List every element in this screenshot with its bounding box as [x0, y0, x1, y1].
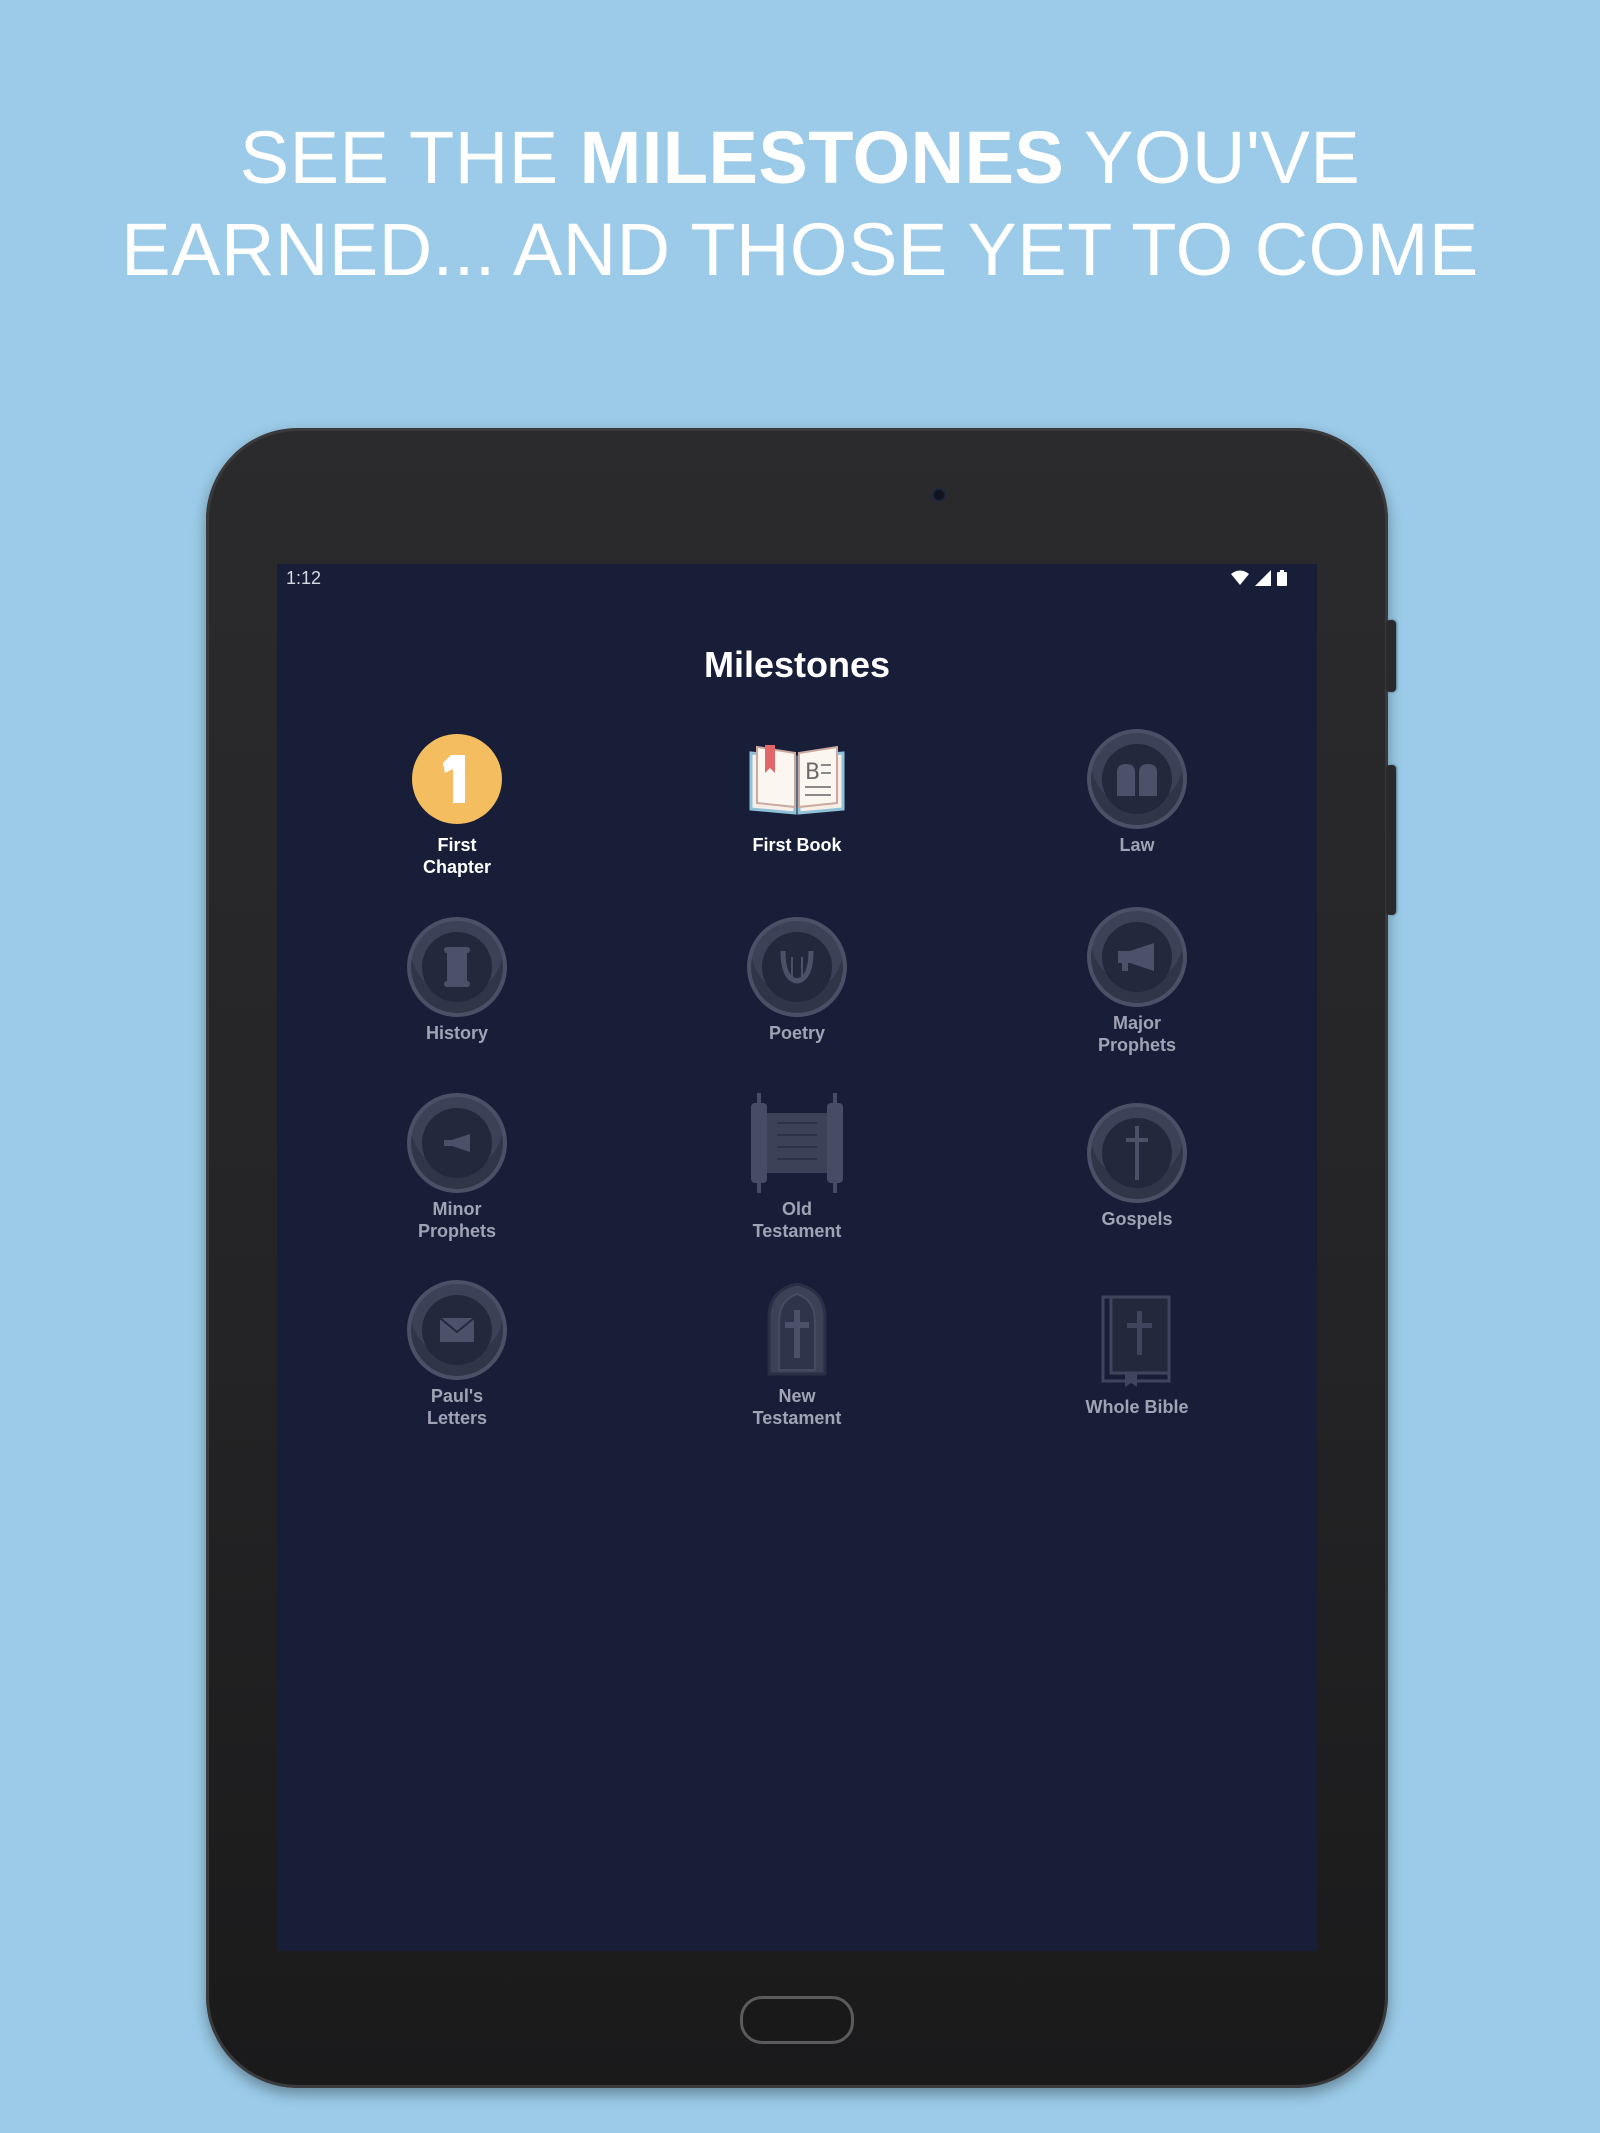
milestone-new-testament[interactable]: New Testament: [697, 1275, 897, 1429]
milestone-whole-bible[interactable]: Whole Bible: [1037, 1286, 1237, 1418]
page-title: Milestones: [703, 644, 891, 685]
status-bar: 1:12: [277, 564, 1317, 592]
stained-glass-window-icon: [767, 1282, 827, 1376]
headline-line-1: SEE THE MILESTONES YOU'VE: [239, 116, 1361, 199]
milestone-history[interactable]: History: [357, 912, 557, 1044]
milestone-label: Gospels: [1101, 1209, 1173, 1229]
front-camera: [932, 488, 946, 502]
status-time: 1:12: [286, 568, 322, 588]
milestone-label: Old Testament: [752, 1199, 842, 1241]
cross-icon: [1126, 1126, 1148, 1180]
tablets-icon: [1117, 764, 1157, 796]
milestone-label: Whole Bible: [1085, 1397, 1189, 1417]
volume-button[interactable]: [1386, 765, 1396, 915]
milestone-label: Poetry: [768, 1023, 826, 1043]
milestone-pauls-letters[interactable]: Paul's Letters: [357, 1275, 557, 1429]
scroll-icon: [444, 947, 470, 987]
milestone-label: First Book: [752, 835, 842, 855]
milestone-first-chapter[interactable]: First Chapter: [357, 724, 557, 878]
number-one-badge-icon: [412, 734, 502, 824]
milestone-label: History: [425, 1023, 488, 1043]
milestone-label: Major Prophets: [1097, 1013, 1176, 1055]
bible-icon: [1101, 1295, 1171, 1387]
milestone-label: First Chapter: [422, 835, 491, 877]
status-icons: [1231, 570, 1287, 586]
battery-icon: [1277, 570, 1287, 586]
megaphone-icon: [1118, 943, 1154, 971]
milestone-first-book[interactable]: B First Book: [697, 724, 897, 856]
headline-line-2: EARNED... AND THOSE YET TO COME: [121, 208, 1479, 291]
envelope-icon: [439, 1317, 475, 1342]
milestone-major-prophets[interactable]: Major Prophets: [1037, 902, 1237, 1056]
milestone-label: New Testament: [752, 1386, 842, 1428]
small-megaphone-icon: [444, 1134, 470, 1152]
milestone-minor-prophets[interactable]: Minor Prophets: [357, 1088, 557, 1242]
milestone-poetry[interactable]: Poetry: [697, 912, 897, 1044]
torah-scroll-icon: [751, 1093, 843, 1193]
milestone-label: Law: [1119, 835, 1155, 855]
milestone-gospels[interactable]: Gospels: [1037, 1098, 1237, 1230]
milestone-label: Minor Prophets: [417, 1199, 496, 1241]
open-book-icon: B: [749, 745, 845, 815]
svg-text:B: B: [805, 760, 820, 785]
app-screen: 1:12 Milestones First Chapter B First Bo…: [277, 564, 1317, 1951]
milestone-old-testament[interactable]: Old Testament: [697, 1088, 897, 1242]
lyre-icon: [780, 950, 814, 984]
wifi-icon: [1231, 570, 1249, 585]
milestone-law[interactable]: Law: [1037, 724, 1237, 856]
milestone-label: Paul's Letters: [426, 1386, 488, 1428]
marketing-headline: SEE THE MILESTONES YOU'VE EARNED... AND …: [0, 112, 1600, 296]
power-button[interactable]: [1386, 620, 1396, 692]
signal-icon: [1255, 570, 1271, 586]
home-button[interactable]: [740, 1996, 854, 2044]
